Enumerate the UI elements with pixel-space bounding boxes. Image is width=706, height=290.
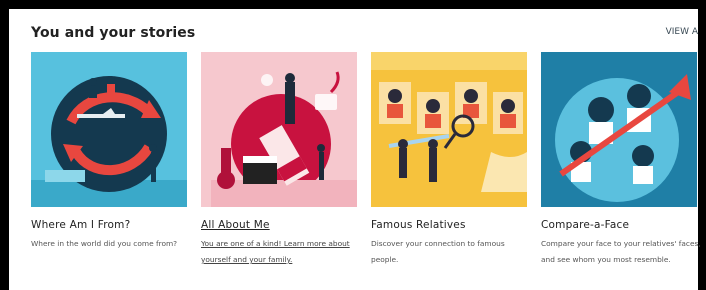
card-description: Where in the world did you come from?	[31, 239, 178, 248]
all-about-me-illustration[interactable]	[201, 52, 357, 207]
card-description: Compare your face to your relatives' fac…	[541, 239, 701, 264]
card-title[interactable]: Where Am I From?	[31, 219, 187, 231]
story-card-famous-relatives[interactable]: Famous Relatives Discover your connectio…	[371, 52, 527, 268]
card-description: Discover your connection to famous peopl…	[371, 239, 505, 264]
story-card-compare-a-face[interactable]: Compare-a-Face Compare your face to your…	[541, 52, 701, 268]
card-title[interactable]: Compare-a-Face	[541, 219, 697, 231]
card-title[interactable]: All About Me	[201, 219, 357, 231]
stories-panel: You and your stories VIEW A Where Am I F…	[0, 0, 706, 290]
story-card-where-am-i-from[interactable]: Where Am I From? Where in the world did …	[31, 52, 187, 252]
famous-relatives-illustration[interactable]	[371, 52, 527, 207]
compare-a-face-illustration[interactable]	[541, 52, 697, 207]
view-all-link[interactable]: VIEW A	[666, 27, 698, 37]
card-description[interactable]: You are one of a kind! Learn more about …	[201, 236, 361, 268]
card-title[interactable]: Famous Relatives	[371, 219, 527, 231]
globe-travel-illustration[interactable]	[31, 52, 187, 207]
story-card-all-about-me[interactable]: All About Me You are one of a kind! Lear…	[201, 52, 357, 268]
section-title: You and your stories	[31, 25, 196, 41]
